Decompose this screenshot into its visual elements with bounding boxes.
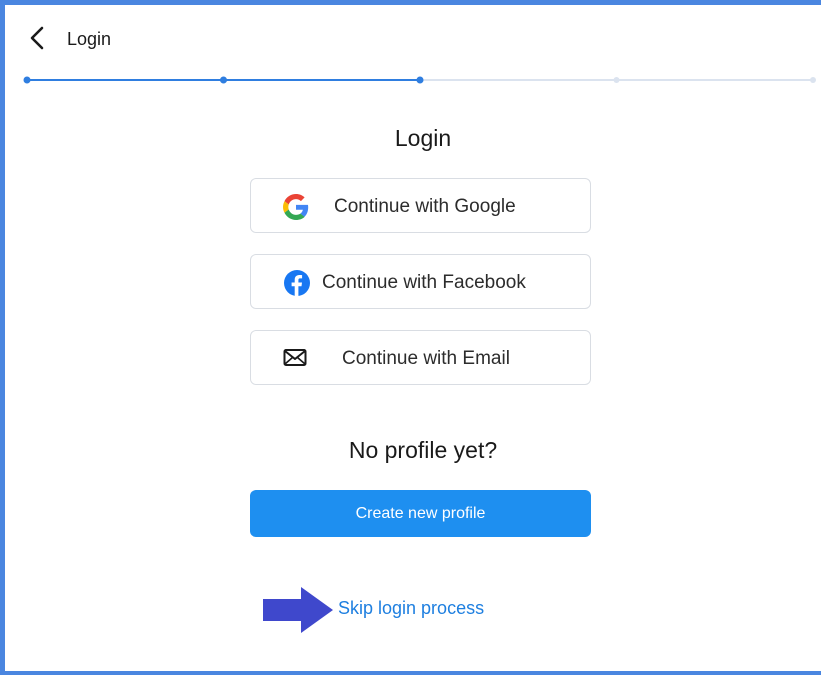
progress-step-dot	[613, 77, 620, 83]
create-new-profile-button[interactable]: Create new profile	[250, 490, 591, 537]
progress-step-dot	[416, 76, 424, 84]
continue-with-email-button[interactable]: Continue with Email	[250, 330, 591, 385]
no-profile-prompt: No profile yet?	[348, 437, 498, 463]
email-button-label: Continue with Email	[342, 348, 510, 369]
progress-stepper	[23, 76, 816, 84]
app-frame: Login Login Continue with Google Continu…	[0, 0, 821, 675]
mail-icon	[283, 349, 307, 366]
login-heading: Login	[394, 125, 452, 151]
skip-login-link[interactable]: Skip login process	[338, 598, 484, 619]
continue-with-facebook-button[interactable]: Continue with Facebook	[250, 254, 591, 309]
progress-step-dot	[220, 76, 227, 84]
continue-with-google-button[interactable]: Continue with Google	[250, 178, 591, 233]
skip-row: Skip login process	[263, 587, 563, 633]
header-title: Login	[67, 29, 112, 49]
google-icon	[283, 194, 309, 220]
header: Login	[5, 5, 821, 73]
progress-step-dot	[810, 77, 816, 83]
chevron-left-icon[interactable]	[27, 25, 49, 51]
facebook-button-label: Continue with Facebook	[322, 272, 526, 293]
login-panel: Login Continue with Google Continue with…	[5, 87, 821, 672]
arrow-right-icon	[263, 587, 333, 633]
progress-step-dot	[23, 76, 31, 84]
google-button-label: Continue with Google	[334, 196, 516, 217]
facebook-icon	[284, 270, 310, 296]
